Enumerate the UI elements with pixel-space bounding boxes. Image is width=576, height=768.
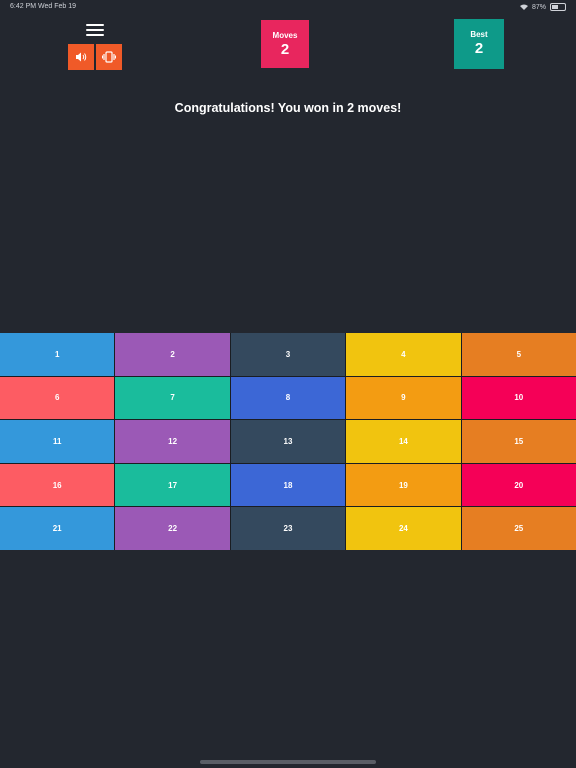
- moves-value: 2: [280, 41, 290, 58]
- tile[interactable]: 21: [0, 507, 115, 550]
- tile[interactable]: 1: [0, 333, 115, 376]
- win-message: Congratulations! You won in 2 moves!: [174, 101, 402, 115]
- tile[interactable]: 25: [461, 507, 576, 550]
- home-indicator[interactable]: [200, 760, 376, 764]
- speaker-icon: [76, 52, 87, 62]
- tile[interactable]: 10: [461, 376, 576, 420]
- sound-toggle-button[interactable]: [68, 44, 94, 70]
- tile[interactable]: 17: [115, 463, 230, 507]
- best-score: Best 2: [454, 19, 504, 69]
- battery-icon: [550, 3, 566, 11]
- status-indicators: 87%: [519, 3, 566, 11]
- tile[interactable]: 23: [230, 507, 346, 550]
- tile[interactable]: 15: [461, 420, 576, 463]
- best-value: 2: [474, 40, 484, 57]
- game-board: 1 2 3 4 5 6 7 8 9 10 11 12 13 14 15 16 17 18 19 20 21 22 23 24 2…: [0, 333, 576, 550]
- vibrate-icon: [102, 51, 116, 63]
- tile[interactable]: 11: [0, 420, 115, 463]
- tile[interactable]: 6: [0, 376, 115, 420]
- tile[interactable]: 14: [346, 420, 461, 463]
- tile[interactable]: 8: [230, 376, 346, 420]
- best-label: Best: [470, 30, 488, 39]
- tile[interactable]: 12: [115, 420, 230, 463]
- tile[interactable]: 19: [346, 463, 461, 507]
- tile[interactable]: 3: [230, 333, 346, 376]
- tile[interactable]: 5: [461, 333, 576, 376]
- tile[interactable]: 24: [346, 507, 461, 550]
- moves-counter: Moves 2: [261, 20, 309, 68]
- tile[interactable]: 4: [346, 333, 461, 376]
- battery-percent: 87%: [531, 3, 546, 11]
- status-time: 6:42 PM Wed Feb 19: [10, 3, 77, 10]
- moves-label: Moves: [272, 31, 298, 40]
- tile[interactable]: 7: [115, 376, 230, 420]
- tile[interactable]: 22: [115, 507, 230, 550]
- tile[interactable]: 13: [230, 420, 346, 463]
- tile[interactable]: 20: [461, 463, 576, 507]
- tile[interactable]: 2: [115, 333, 230, 376]
- vibrate-toggle-button[interactable]: [96, 44, 122, 70]
- status-bar: 6:42 PM Wed Feb 19 87%: [0, 0, 576, 14]
- tile[interactable]: 16: [0, 463, 115, 507]
- tile[interactable]: 18: [230, 463, 346, 507]
- tile[interactable]: 9: [346, 376, 461, 420]
- hamburger-menu-icon[interactable]: [86, 24, 104, 38]
- wifi-icon: [519, 4, 528, 10]
